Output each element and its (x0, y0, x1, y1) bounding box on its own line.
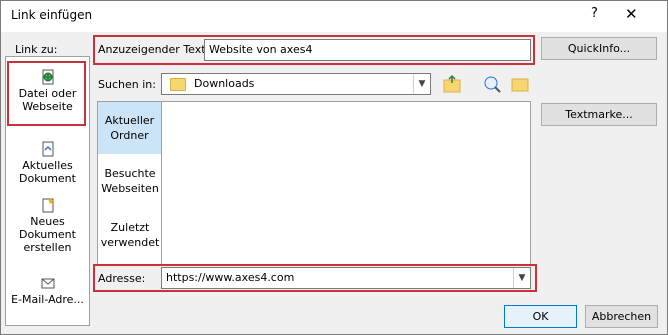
search-in-label: Suchen in: (98, 78, 156, 91)
quickinfo-button[interactable]: QuickInfo... (541, 37, 657, 60)
tab-current-folder[interactable]: Aktueller Ordner (98, 102, 162, 154)
email-icon (40, 275, 56, 291)
sidebar-item-label: Aktuelles Dokument (19, 159, 76, 185)
chevron-down-icon[interactable]: ▼ (513, 268, 530, 288)
sidebar-item-email[interactable]: E-Mail-Adre... (6, 275, 89, 306)
ok-button[interactable]: OK (504, 305, 577, 328)
highlight-box-sidebar (7, 61, 86, 126)
title-bar: Link einfügen ? ✕ (1, 1, 667, 32)
address-input[interactable]: https://www.axes4.com ▼ (161, 267, 531, 289)
insert-link-dialog: Link einfügen ? ✕ Link zu: Datei oder We… (0, 0, 668, 335)
sidebar-item-new-document[interactable]: Neues Dokument erstellen (6, 197, 89, 254)
chevron-down-icon[interactable]: ▼ (413, 74, 430, 94)
sidebar-item-current-document[interactable]: Aktuelles Dokument (6, 141, 89, 185)
browse-tabs: Aktueller Ordner Besuchte Webseiten Zule… (97, 101, 163, 265)
new-document-icon (40, 197, 56, 213)
folder-icon (170, 77, 186, 91)
help-button[interactable]: ? (591, 6, 598, 21)
display-text-input[interactable]: Website von axes4 (204, 39, 531, 61)
document-arrow-icon (40, 141, 56, 157)
bookmark-button[interactable]: Textmarke... (541, 103, 657, 126)
address-value: https://www.axes4.com (166, 271, 295, 284)
tab-visited-pages[interactable]: Besuchte Webseiten (98, 166, 162, 196)
up-folder-button[interactable] (441, 73, 463, 95)
globe-search-icon (484, 76, 501, 93)
sidebar-item-label: E-Mail-Adre... (11, 293, 84, 306)
close-button[interactable]: ✕ (625, 5, 638, 23)
sidebar-item-label: Neues Dokument erstellen (19, 215, 76, 254)
address-label: Adresse: (98, 272, 146, 285)
folder-up-icon (443, 74, 461, 93)
browse-web-button[interactable] (481, 73, 503, 95)
open-folder-icon (511, 78, 529, 92)
cancel-button[interactable]: Abbrechen (585, 305, 658, 328)
link-to-label: Link zu: (15, 43, 58, 56)
file-list[interactable] (161, 101, 531, 265)
tab-recent-files[interactable]: Zuletzt verwendet (98, 220, 162, 250)
dialog-title: Link einfügen (11, 8, 93, 22)
browse-file-button[interactable] (509, 73, 531, 95)
display-text-label: Anzuzeigender Text: (98, 43, 210, 56)
search-in-select[interactable]: Downloads ▼ (161, 73, 431, 95)
search-in-value: Downloads (194, 77, 255, 90)
